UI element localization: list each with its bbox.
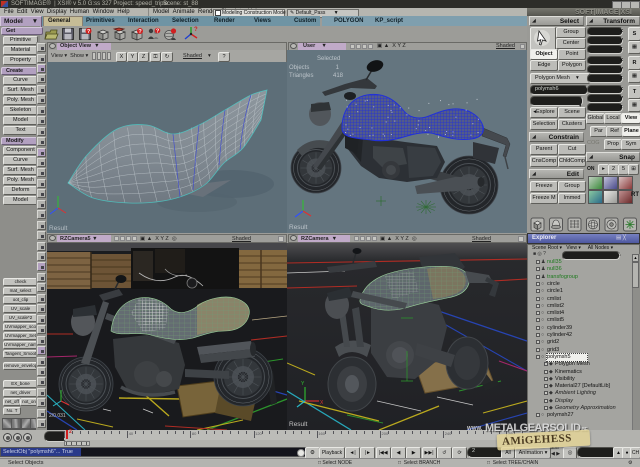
svg-text:Result: Result [289, 224, 308, 231]
svg-text:Result: Result [289, 421, 308, 428]
svg-text:418: 418 [333, 73, 344, 79]
svg-text:?: ? [194, 27, 198, 33]
svg-text:2/0.031: 2/0.031 [49, 413, 66, 419]
svg-text:Objects: Objects [289, 65, 309, 71]
svg-text:Triangles: Triangles [289, 73, 313, 79]
svg-text:Selected: Selected [317, 56, 340, 62]
svg-text:Result: Result [49, 225, 68, 232]
